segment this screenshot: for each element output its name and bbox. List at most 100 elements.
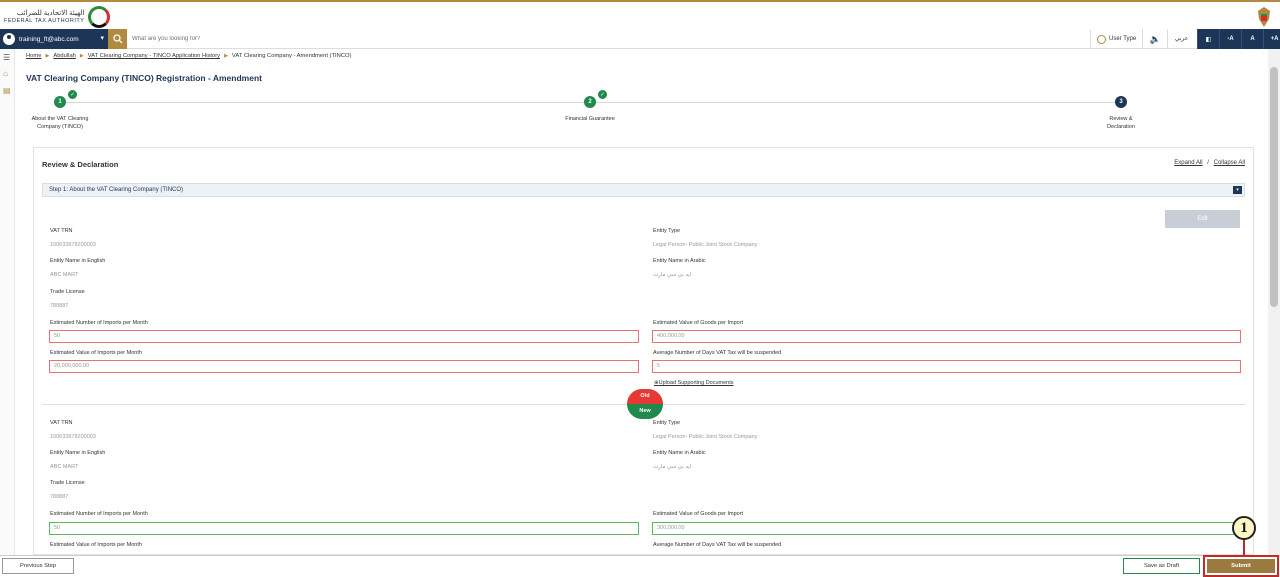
imports-value-old-field[interactable]: 20,000,000.00 [49,360,639,373]
user-email: training_ft@abc.com [19,35,79,43]
expand-collapse: Expand All / Collapse All [1174,160,1245,166]
field-value: 788887 [50,303,69,309]
breadcrumb-separator-icon: ▶ [45,53,50,59]
user-type-label: User Type [1109,36,1137,42]
logo-text: الهيئة الاتحادية للضرائب FEDERAL TAX AUT… [4,10,84,25]
font-decrease-button[interactable]: -A [1219,29,1241,49]
breadcrumb-home[interactable]: Home [26,53,41,59]
dashboard-icon[interactable]: ▤ [3,86,11,95]
page-title: VAT Clearing Company (TINCO) Registratio… [26,73,262,83]
breadcrumb-separator-icon: ▶ [79,53,84,59]
speaker-icon[interactable]: 🔈 [1142,29,1168,49]
field-label: Entity Name in English [50,450,106,456]
imports-old-field[interactable]: 50 [49,330,639,343]
step-1-circle[interactable]: 1 [54,96,66,108]
field-value: ABC MART [50,464,79,470]
home-icon[interactable]: ⌂ [3,69,8,78]
field-label: Average Number of Days VAT Tax will be s… [653,350,782,356]
font-reset-button[interactable]: A [1241,29,1263,49]
field-value: ايه بي سي مارت [653,272,692,278]
field-value: ايه بي سي مارت [653,464,692,470]
old-badge: Old [627,389,663,404]
search-bar: training_ft@abc.com ▾ User Type 🔈 عربي ◧… [0,29,1280,49]
check-icon: ✓ [598,90,607,99]
collapse-all-link[interactable]: Collapse All [1214,160,1245,166]
field-label: Estimated Value of Imports per Month [50,350,142,356]
user-menu[interactable]: training_ft@abc.com ▾ [0,29,108,49]
step-2-label: Financial Guarantee [565,116,615,122]
breadcrumb-abdullah[interactable]: Abdullah [53,53,76,59]
field-label: Trade License [50,480,85,486]
uae-emblem-icon [1258,7,1270,27]
field-label: Entity Name in English [50,258,106,264]
field-value: Legal Person- Public Joint Stock Company [653,434,758,440]
footer-bar: Previous Step Save as Draft Submit [0,555,1280,577]
new-badge: New [627,404,663,419]
field-label: Entity Name in Arabic [653,258,706,264]
search-icon [112,34,122,44]
field-value: 100633878200003 [50,242,96,248]
user-type-icon [1097,34,1106,44]
menu-icon[interactable]: ☰ [3,53,10,62]
breadcrumb-current: VAT Clearing Company - Amendment (TINCO) [231,53,352,59]
sidebar: ☰ ⌂ ▤ [0,49,15,555]
review-title: Review & Declaration [42,160,119,169]
goods-value-old-field[interactable]: 400,000.00 [652,330,1241,343]
field-label: Estimated Value of Goods per Import [653,511,744,517]
search-input[interactable] [130,33,1034,45]
field-label: Estimated Number of Imports per Month [50,320,148,326]
review-card: Review & Declaration Expand All / Collap… [33,147,1254,555]
edit-button[interactable]: Edit [1165,210,1240,228]
goods-value-new-field[interactable]: 300,000.00 [652,522,1241,535]
field-value: 100633878200003 [50,434,96,440]
upload-documents-link[interactable]: ⊕Upload Supporting Documents [654,380,734,386]
contrast-icon[interactable]: ◧ [1197,29,1219,49]
expand-collapse-separator: / [1207,160,1209,166]
previous-step-button[interactable]: Previous Step [2,558,74,574]
field-value: ABC MART [50,272,79,278]
old-new-indicator: Old New [627,389,663,419]
accessibility-tools: ◧ -A A +A [1197,29,1280,49]
fta-emblem-icon [88,6,111,28]
logo-english: FEDERAL TAX AUTHORITY [4,17,85,24]
days-old-field[interactable]: 5 [652,360,1241,373]
breadcrumb-history[interactable]: VAT Clearing Company - TINCO Application… [88,53,220,59]
font-increase-button[interactable]: +A [1263,29,1280,49]
save-draft-button[interactable]: Save as Draft [1123,558,1200,574]
user-type-button[interactable]: User Type [1090,29,1141,49]
breadcrumb-separator-icon: ▶ [224,53,228,59]
field-label: Estimated Value of Imports per Month [50,542,142,548]
field-label: Entity Type [653,420,681,426]
chevron-down-icon: ▾ [100,35,104,42]
section-title: Step 1: About the VAT Clearing Company (… [49,187,184,193]
scrollbar[interactable] [1268,49,1280,555]
step-2-circle[interactable]: 2 [584,96,596,108]
field-label: Estimated Number of Imports per Month [50,511,148,517]
submit-highlight: Submit [1203,555,1279,577]
field-label: VAT TRN [50,228,73,234]
top-header: الهيئة الاتحادية للضرائب FEDERAL TAX AUT… [0,0,1280,29]
field-label: Average Number of Days VAT Tax will be s… [653,542,782,548]
step-1-section-header[interactable]: Step 1: About the VAT Clearing Company (… [42,183,1245,197]
expand-all-link[interactable]: Expand All [1174,160,1202,166]
field-label: Trade License [50,289,85,295]
language-toggle[interactable]: عربي [1167,29,1195,49]
fta-logo[interactable]: الهيئة الاتحادية للضرائب FEDERAL TAX AUT… [4,5,111,29]
check-icon: ✓ [68,90,77,99]
submit-button[interactable]: Submit [1207,559,1275,573]
step-3-circle[interactable]: 3 [1115,96,1127,108]
step-1-label: About the VAT Clearing Company (TINCO) [31,116,89,130]
callout-number: 1 [1232,516,1256,540]
field-label: Estimated Value of Goods per Import [653,320,744,326]
field-value: Legal Person- Public Joint Stock Company [653,242,758,248]
field-label: Entity Name in Arabic [653,450,706,456]
user-icon [3,33,15,45]
search-button[interactable] [108,29,127,49]
field-label: Entity Type [653,228,681,234]
upload-label: Upload Supporting Documents [658,380,734,386]
scroll-thumb[interactable] [1270,67,1278,307]
imports-new-field[interactable]: 50 [49,522,639,535]
field-label: VAT TRN [50,420,73,426]
step-3-label: Review & Declaration [1107,116,1135,130]
chevron-down-icon[interactable]: ▾ [1233,186,1242,194]
